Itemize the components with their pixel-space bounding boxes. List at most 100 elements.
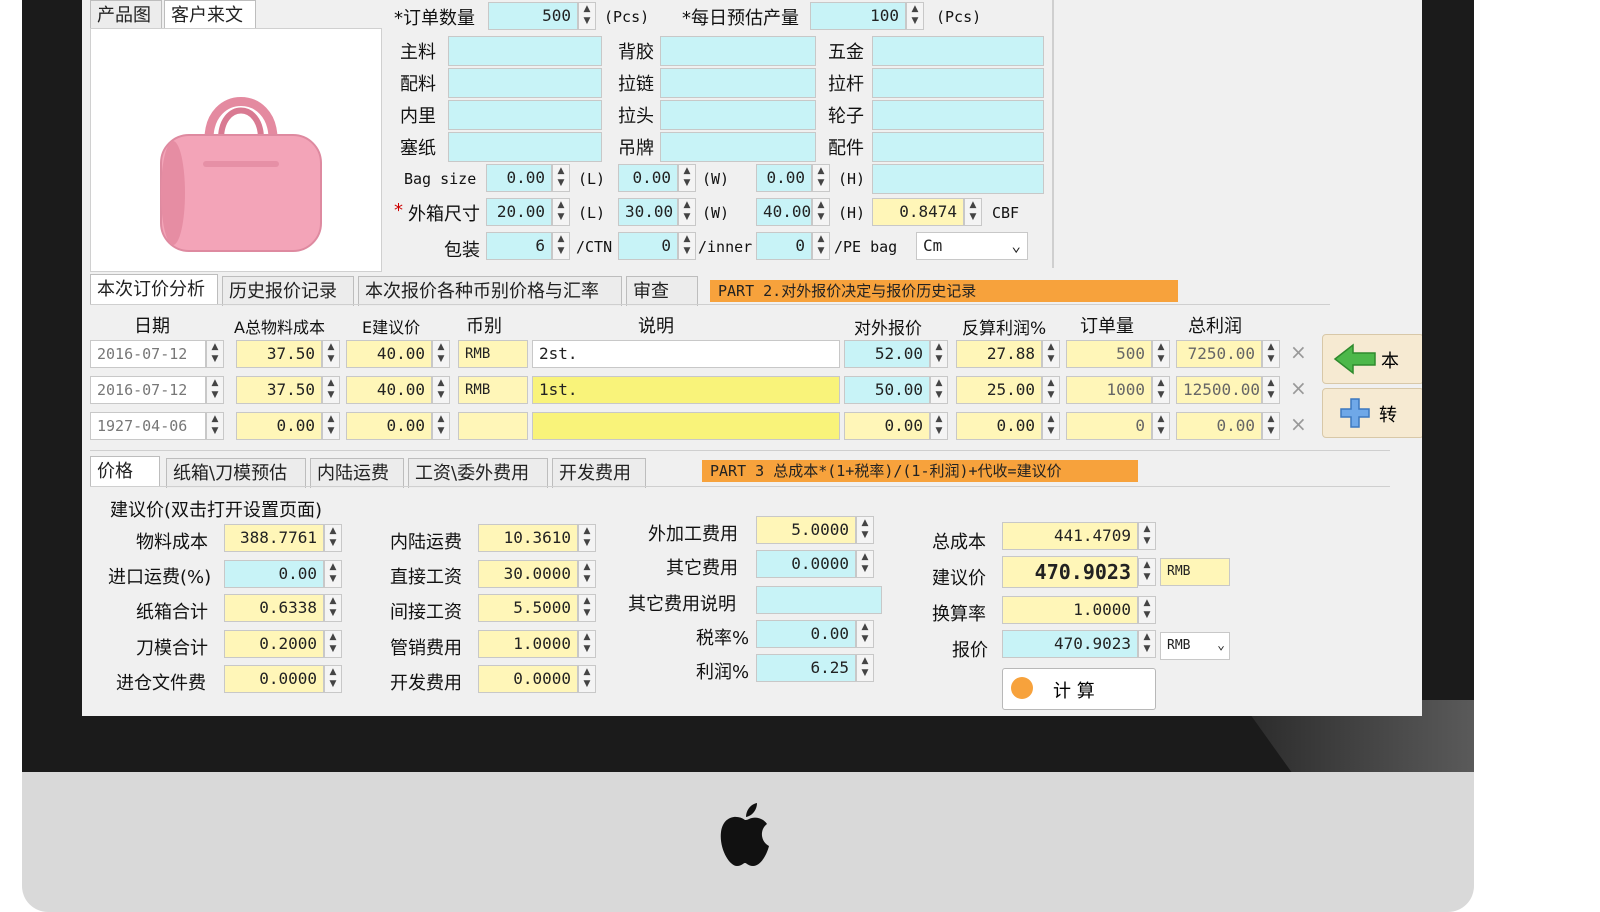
- row-profit-pct[interactable]: 0.00: [956, 412, 1042, 440]
- tab-product-image[interactable]: 产品图: [90, 0, 162, 30]
- row-quote[interactable]: 50.00: [844, 376, 930, 404]
- row-date[interactable]: 2016-07-12: [90, 340, 206, 368]
- stepper[interactable]: ▲ ▼: [1138, 558, 1156, 586]
- warehouse-doc-field[interactable]: 0.0000: [224, 665, 324, 693]
- tab-inland-freight[interactable]: 内陆运费: [310, 458, 404, 488]
- tab-price[interactable]: 价格: [90, 456, 160, 486]
- order-qty-stepper[interactable]: ▲ ▼: [578, 2, 596, 30]
- delete-row-icon[interactable]: ×: [1290, 340, 1307, 364]
- add-button[interactable]: 转: [1322, 388, 1422, 438]
- row-suggest[interactable]: 0.00: [346, 412, 432, 440]
- suggest-stepper[interactable]: ▲ ▼: [432, 376, 450, 404]
- stepper[interactable]: ▲ ▼: [324, 665, 342, 693]
- indirect-wage-field[interactable]: 5.5000: [478, 594, 578, 622]
- carton-total-field[interactable]: 0.6338: [224, 594, 324, 622]
- packing-inner-field[interactable]: 0: [618, 232, 678, 260]
- delete-row-icon[interactable]: ×: [1290, 376, 1307, 400]
- quote-stepper[interactable]: ▲ ▼: [930, 412, 948, 440]
- row-note[interactable]: 1st.: [532, 376, 840, 404]
- suggested-price-field[interactable]: 470.9023: [1002, 556, 1138, 588]
- profit-stepper[interactable]: ▲ ▼: [1262, 376, 1280, 404]
- row-cost[interactable]: 0.00: [236, 412, 322, 440]
- bag-size-h-field[interactable]: 0.00: [756, 164, 812, 192]
- bag-size-w-field[interactable]: 0.00: [618, 164, 678, 192]
- quote-stepper[interactable]: ▲ ▼: [930, 340, 948, 368]
- row-profit[interactable]: 0.00: [1176, 412, 1262, 440]
- back-button[interactable]: 本: [1322, 334, 1422, 384]
- row-cost[interactable]: 37.50: [236, 340, 322, 368]
- row-profit[interactable]: 7250.00: [1176, 340, 1262, 368]
- material-field[interactable]: [872, 36, 1044, 66]
- packing-inner-stepper[interactable]: ▲ ▼: [678, 232, 696, 260]
- profit-stepper[interactable]: ▲ ▼: [1262, 412, 1280, 440]
- quote-price-field[interactable]: 470.9023: [1002, 630, 1138, 658]
- profit-pct-stepper[interactable]: ▲ ▼: [1042, 412, 1060, 440]
- row-cost[interactable]: 37.50: [236, 376, 322, 404]
- row-date[interactable]: 1927-04-06: [90, 412, 206, 440]
- unit-select[interactable]: Cm ⌄: [916, 232, 1028, 260]
- carton-h-field[interactable]: 40.00: [756, 198, 812, 226]
- cost-stepper[interactable]: ▲ ▼: [322, 376, 340, 404]
- row-quote[interactable]: 0.00: [844, 412, 930, 440]
- stepper[interactable]: ▲ ▼: [578, 665, 596, 693]
- admin-sales-field[interactable]: 1.0000: [478, 630, 578, 658]
- row-currency[interactable]: RMB: [458, 340, 528, 368]
- stepper[interactable]: ▲ ▼: [1138, 522, 1156, 550]
- stepper[interactable]: ▲ ▼: [324, 560, 342, 588]
- delete-row-icon[interactable]: ×: [1290, 412, 1307, 436]
- stepper[interactable]: ▲ ▼: [324, 524, 342, 552]
- die-total-field[interactable]: 0.2000: [224, 630, 324, 658]
- tab-carton-die[interactable]: 纸箱\刀模预估: [166, 458, 306, 488]
- daily-output-field[interactable]: 100: [810, 2, 906, 30]
- tab-history-quotes[interactable]: 历史报价记录: [222, 276, 354, 306]
- daily-output-stepper[interactable]: ▲ ▼: [906, 2, 924, 30]
- stepper[interactable]: ▲ ▼: [1138, 596, 1156, 624]
- tab-review[interactable]: 审查: [626, 276, 698, 306]
- packing-ctn-stepper[interactable]: ▲ ▼: [552, 232, 570, 260]
- stepper[interactable]: ▲ ▼: [1138, 630, 1156, 658]
- profit-stepper[interactable]: ▲ ▼: [1262, 340, 1280, 368]
- qty-stepper[interactable]: ▲ ▼: [1152, 412, 1170, 440]
- row-suggest[interactable]: 40.00: [346, 340, 432, 368]
- row-quote[interactable]: 52.00: [844, 340, 930, 368]
- calculate-button[interactable]: 计 算: [1002, 668, 1156, 710]
- material-field[interactable]: [872, 164, 1044, 194]
- row-suggest[interactable]: 40.00: [346, 376, 432, 404]
- carton-l-field[interactable]: 20.00: [486, 198, 552, 226]
- tab-wages-outsource[interactable]: 工资\委外费用: [408, 458, 548, 488]
- stepper[interactable]: ▲ ▼: [856, 516, 874, 544]
- material-field[interactable]: [448, 100, 602, 130]
- row-date[interactable]: 2016-07-12: [90, 376, 206, 404]
- carton-l-stepper[interactable]: ▲ ▼: [552, 198, 570, 226]
- material-field[interactable]: [660, 132, 816, 162]
- material-field[interactable]: [660, 36, 816, 66]
- carton-w-stepper[interactable]: ▲ ▼: [678, 198, 696, 226]
- material-field[interactable]: [448, 36, 602, 66]
- suggest-stepper[interactable]: ▲ ▼: [432, 412, 450, 440]
- row-profit-pct[interactable]: 27.88: [956, 340, 1042, 368]
- stepper[interactable]: ▲ ▼: [578, 560, 596, 588]
- tab-dev-cost[interactable]: 开发费用: [552, 458, 646, 488]
- packing-pe-stepper[interactable]: ▲ ▼: [812, 232, 830, 260]
- stepper[interactable]: ▲ ▼: [578, 594, 596, 622]
- material-field[interactable]: [448, 68, 602, 98]
- stepper[interactable]: ▲ ▼: [578, 630, 596, 658]
- tab-pricing-analysis[interactable]: 本次订价分析: [90, 274, 218, 304]
- row-profit-pct[interactable]: 25.00: [956, 376, 1042, 404]
- row-note[interactable]: 2st.: [532, 340, 840, 368]
- material-field[interactable]: [448, 132, 602, 162]
- tax-rate-field[interactable]: 0.00: [756, 620, 856, 648]
- bag-size-l-field[interactable]: 0.00: [486, 164, 552, 192]
- material-field[interactable]: [872, 132, 1044, 162]
- stepper[interactable]: ▲ ▼: [856, 550, 874, 578]
- quote-stepper[interactable]: ▲ ▼: [930, 376, 948, 404]
- direct-wage-field[interactable]: 30.0000: [478, 560, 578, 588]
- profit-rate-field[interactable]: 6.25: [756, 654, 856, 682]
- order-qty-field[interactable]: 500: [488, 2, 578, 30]
- cbf-stepper[interactable]: ▲ ▼: [964, 198, 982, 226]
- row-qty[interactable]: 0: [1066, 412, 1152, 440]
- exchange-rate-field[interactable]: 1.0000: [1002, 596, 1138, 624]
- material-field[interactable]: [660, 68, 816, 98]
- stepper[interactable]: ▲ ▼: [578, 524, 596, 552]
- row-currency[interactable]: RMB: [458, 376, 528, 404]
